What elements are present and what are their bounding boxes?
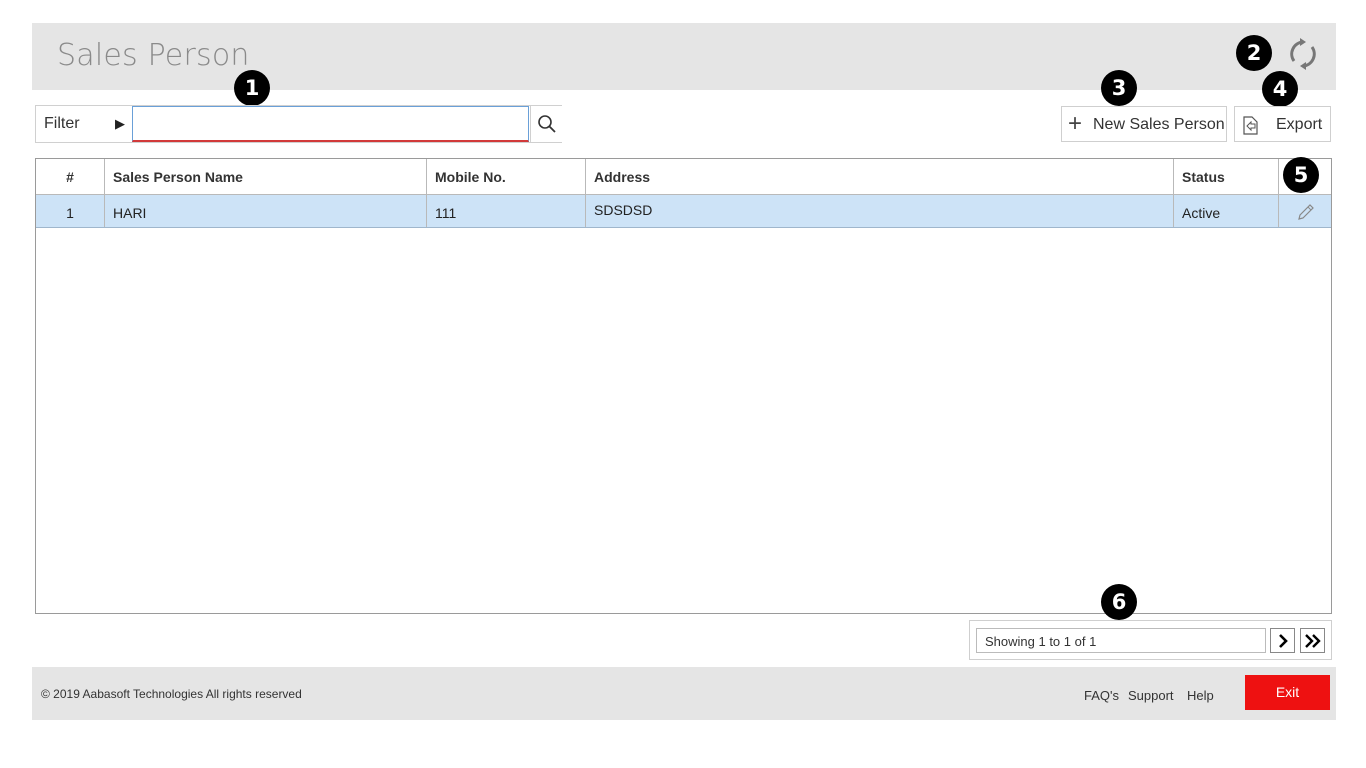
footer-bar: © 2019 Aabasoft Technologies All rights … xyxy=(32,667,1336,720)
sales-person-window: Sales Person 1 2 3 4 Filter ▶ + New Sale… xyxy=(32,23,1336,720)
row-action-cell xyxy=(1279,195,1331,227)
exit-button[interactable]: Exit xyxy=(1245,675,1330,710)
filter-label: Filter xyxy=(44,115,80,132)
column-header-number[interactable]: # xyxy=(36,159,105,194)
filter-input[interactable] xyxy=(132,106,529,142)
pager-info: Showing 1 to 1 of 1 xyxy=(976,628,1266,653)
table-row[interactable]: 1 HARI 111 SDSDSD Active xyxy=(36,195,1331,228)
plus-icon: + xyxy=(1068,110,1083,137)
column-header-mobile[interactable]: Mobile No. xyxy=(427,159,586,194)
last-page-button[interactable] xyxy=(1300,628,1325,653)
export-button[interactable]: Export xyxy=(1234,106,1331,142)
page-title: Sales Person xyxy=(57,38,250,73)
edit-icon[interactable] xyxy=(1296,202,1316,222)
annotation-marker-5: 5 xyxy=(1283,157,1319,193)
column-header-name[interactable]: Sales Person Name xyxy=(105,159,427,194)
annotation-marker-4: 4 xyxy=(1262,71,1298,107)
row-number: 1 xyxy=(36,195,105,227)
help-link[interactable]: Help xyxy=(1187,688,1214,703)
refresh-icon[interactable] xyxy=(1286,37,1320,71)
next-page-button[interactable] xyxy=(1270,628,1295,653)
new-sales-person-button[interactable]: + New Sales Person xyxy=(1061,106,1227,142)
column-header-status[interactable]: Status xyxy=(1174,159,1279,194)
chevron-right-icon xyxy=(1279,634,1288,648)
new-sales-person-label: New Sales Person xyxy=(1093,116,1225,133)
annotation-marker-1: 1 xyxy=(234,70,270,106)
annotation-marker-3: 3 xyxy=(1101,70,1137,106)
export-icon xyxy=(1243,116,1258,135)
support-link[interactable]: Support xyxy=(1128,688,1174,703)
grid-header: # Sales Person Name Mobile No. Address S… xyxy=(36,159,1331,195)
column-header-address[interactable]: Address xyxy=(586,159,1174,194)
search-button[interactable] xyxy=(530,106,562,142)
double-chevron-right-icon xyxy=(1305,634,1321,648)
filter-expand-arrow-icon[interactable]: ▶ xyxy=(115,116,125,132)
annotation-marker-6: 6 xyxy=(1101,584,1137,620)
row-name: HARI xyxy=(105,195,427,227)
row-address: SDSDSD xyxy=(586,195,1174,227)
filter-bar: Filter ▶ xyxy=(35,105,562,143)
annotation-marker-2: 2 xyxy=(1236,35,1272,71)
header-bar: Sales Person xyxy=(32,23,1336,90)
pager: Showing 1 to 1 of 1 xyxy=(969,620,1332,660)
copyright-text: © 2019 Aabasoft Technologies All rights … xyxy=(41,687,302,701)
search-icon xyxy=(538,115,556,133)
export-label: Export xyxy=(1276,116,1323,133)
faq-link[interactable]: FAQ's xyxy=(1084,688,1119,703)
sales-person-grid: # Sales Person Name Mobile No. Address S… xyxy=(35,158,1332,614)
row-status: Active xyxy=(1174,195,1279,227)
row-mobile: 111 xyxy=(427,195,586,227)
